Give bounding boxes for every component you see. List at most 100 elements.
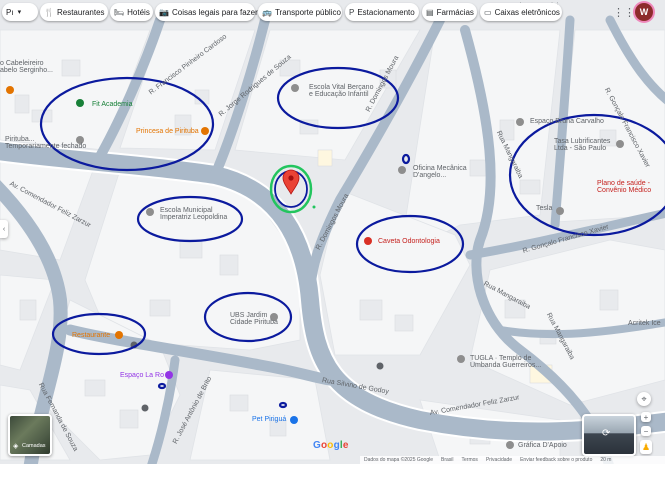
place-name: Pirituba...: [5, 136, 35, 143]
chip-label: Coisas legais para fazer: [171, 7, 258, 17]
chip-farmácias[interactable]: ▤ Farmácias: [422, 3, 477, 21]
chip-hotéis[interactable]: 🛏 Hotéis: [110, 3, 153, 21]
place-subtitle: Convênio Médico: [597, 187, 652, 194]
chevron-left-icon: ‹: [2, 225, 6, 233]
place-subtitle: Cidade Pirituba: [230, 319, 278, 326]
place-label[interactable]: Pet Piriguá: [252, 416, 286, 423]
footer-link[interactable]: Dados do mapa ©2025 Google: [364, 457, 433, 463]
grid-icon[interactable]: ⋮⋮: [613, 6, 635, 19]
place-label[interactable]: Espaço La Ro: [120, 372, 164, 379]
place-label[interactable]: Caveta Odontologia: [378, 238, 440, 245]
bus-icon: 🚌: [262, 7, 272, 17]
chip-label: Hotéis: [127, 7, 150, 17]
atm-icon: ▭: [484, 7, 492, 17]
place-label[interactable]: Espaço Bruna Carvalho: [530, 118, 604, 125]
place-subtitle: Umbanda Guerreiros...: [470, 362, 542, 369]
zoom-in-button[interactable]: +: [641, 412, 651, 422]
place-name: Tesla: [536, 205, 553, 212]
rotate-icon: ⟳: [602, 428, 611, 439]
place-subtitle: e Educação Infantil: [309, 91, 369, 98]
avatar[interactable]: W: [635, 3, 653, 21]
parking-icon: P: [349, 7, 355, 17]
place-label[interactable]: TUGLA · Templo de Umbanda Guerreiros...: [470, 355, 541, 369]
place-label[interactable]: Princesa de Pirituba: [136, 128, 199, 135]
map-canvas[interactable]: [0, 0, 665, 464]
place-name: Escola Municipal: [160, 207, 213, 214]
green-dot: [312, 205, 316, 209]
bed-icon: 🛏: [114, 7, 125, 17]
location-chip[interactable]: Pı ▾: [2, 3, 38, 21]
place-name: TUGLA · Templo de: [470, 355, 532, 362]
place-subtitle: Imperatriz Leopoldina: [160, 214, 228, 221]
fork-knife-icon: 🍴: [44, 7, 54, 17]
chip-coisas-legais-para-fazer[interactable]: 📷 Coisas legais para fazer: [155, 3, 258, 21]
zoom-out-button[interactable]: −: [641, 426, 651, 436]
place-name: Tasa Lubrificantes: [554, 138, 611, 145]
place-label[interactable]: Escola Municipal Imperatriz Leopoldina: [160, 207, 227, 221]
place-label[interactable]: Tasa Lubrificantes Ltda - São Paulo: [554, 138, 610, 152]
place-label[interactable]: UBS Jardim Cidade Pirituba: [230, 312, 278, 326]
place-subtitle: Temporariamente fechado: [5, 143, 87, 150]
plus-icon: +: [643, 412, 649, 422]
place-name: Escola Vital Berçano: [309, 84, 374, 91]
footer-link[interactable]: Brasil: [441, 457, 454, 463]
place-name: Pet Piriguá: [252, 416, 287, 423]
pegman-icon: ♟: [641, 441, 651, 452]
footer-link[interactable]: Privacidade: [486, 457, 512, 463]
footer-link[interactable]: 20 m: [600, 457, 611, 463]
crosshair-icon: ⌖: [641, 393, 647, 404]
pharmacy-icon: ▤: [426, 7, 434, 17]
place-name: Oficina Mecânica: [413, 165, 467, 172]
category-bar: Pı ▾ 🍴 Restaurantes 🛏 Hotéis 📷 Coisas legais …: [0, 0, 665, 26]
chip-label: Estacionamento: [357, 7, 415, 17]
pegman-button[interactable]: ♟: [640, 440, 652, 454]
place-label[interactable]: Gráfica D'Apoio: [518, 442, 567, 449]
chip-restaurantes[interactable]: 🍴 Restaurantes: [40, 3, 108, 21]
layers-button[interactable]: ◈ Camadas: [8, 414, 52, 456]
chip-label: Transporte público: [274, 7, 341, 17]
chip-label: Restaurantes: [56, 7, 105, 17]
chip-estacionamento[interactable]: P Estacionamento: [345, 3, 419, 21]
place-name: o Cabeleireiro: [0, 60, 44, 67]
place-label[interactable]: o Cabeleireiro abelo Serginho...: [0, 60, 53, 74]
chip-label: Caixas eletrônicos: [494, 7, 560, 17]
chevron-down-icon: ▾: [17, 9, 22, 16]
place-name: UBS Jardim: [230, 312, 268, 319]
avatar-letter: W: [639, 7, 649, 17]
place-label[interactable]: Tesla: [536, 205, 552, 212]
place-label[interactable]: Oficina Mecânica D'angelo...: [413, 165, 467, 179]
place-subtitle: Ltda - São Paulo: [554, 145, 607, 152]
map-screen: R. Francisco Pinheiro Cardoso R. Jorge Ro…: [0, 0, 665, 480]
place-name: Fit Academia: [92, 101, 133, 108]
place-name: Princesa de Pirituba: [136, 128, 199, 135]
map-footer: Dados do mapa ©2025 Google Brasil Termos Pr…: [360, 456, 665, 464]
place-name: Espaço Bruna Carvalho: [530, 118, 604, 125]
chip-label: Farmácias: [436, 7, 474, 17]
footer-link[interactable]: Termos: [462, 457, 478, 463]
place-label[interactable]: Fit Academia: [92, 101, 132, 108]
street-view-thumbnail[interactable]: ⟳: [582, 414, 636, 456]
chip-transporte-público[interactable]: 🚌 Transporte público: [258, 3, 342, 21]
place-name: Plano de saúde -: [597, 180, 650, 187]
place-name: Caveta Odontologia: [378, 238, 440, 245]
place-label[interactable]: Restaurante: [72, 332, 110, 339]
chip-caixas-eletrônicos[interactable]: ▭ Caixas eletrônicos: [480, 3, 562, 21]
place-label[interactable]: Pirituba... Temporariamente fechado: [5, 136, 86, 150]
place-name: Acritek Ice: [628, 320, 661, 327]
camera-icon: 📷: [159, 7, 169, 17]
footer-link[interactable]: Enviar feedback sobre o produto: [520, 457, 592, 463]
place-label[interactable]: Escola Vital Berçano e Educação Infantil: [309, 84, 373, 98]
place-label[interactable]: Acritek Ice: [628, 320, 661, 327]
layers-icon: ◈: [13, 443, 19, 450]
place-label[interactable]: Plano de saúde - Convênio Médico: [597, 180, 651, 194]
place-name: Gráfica D'Apoio: [518, 442, 567, 449]
place-subtitle: abelo Serginho...: [0, 67, 53, 74]
minus-icon: −: [643, 426, 649, 436]
layers-label: Camadas: [22, 443, 46, 449]
my-location-button[interactable]: ⌖: [637, 392, 651, 406]
place-subtitle: D'angelo...: [413, 172, 447, 179]
collapse-panel-button[interactable]: ‹: [0, 220, 8, 238]
place-name: Restaurante: [72, 332, 111, 339]
place-name: Espaço La Ro: [120, 372, 164, 379]
google-logo-text: Google: [313, 440, 349, 451]
